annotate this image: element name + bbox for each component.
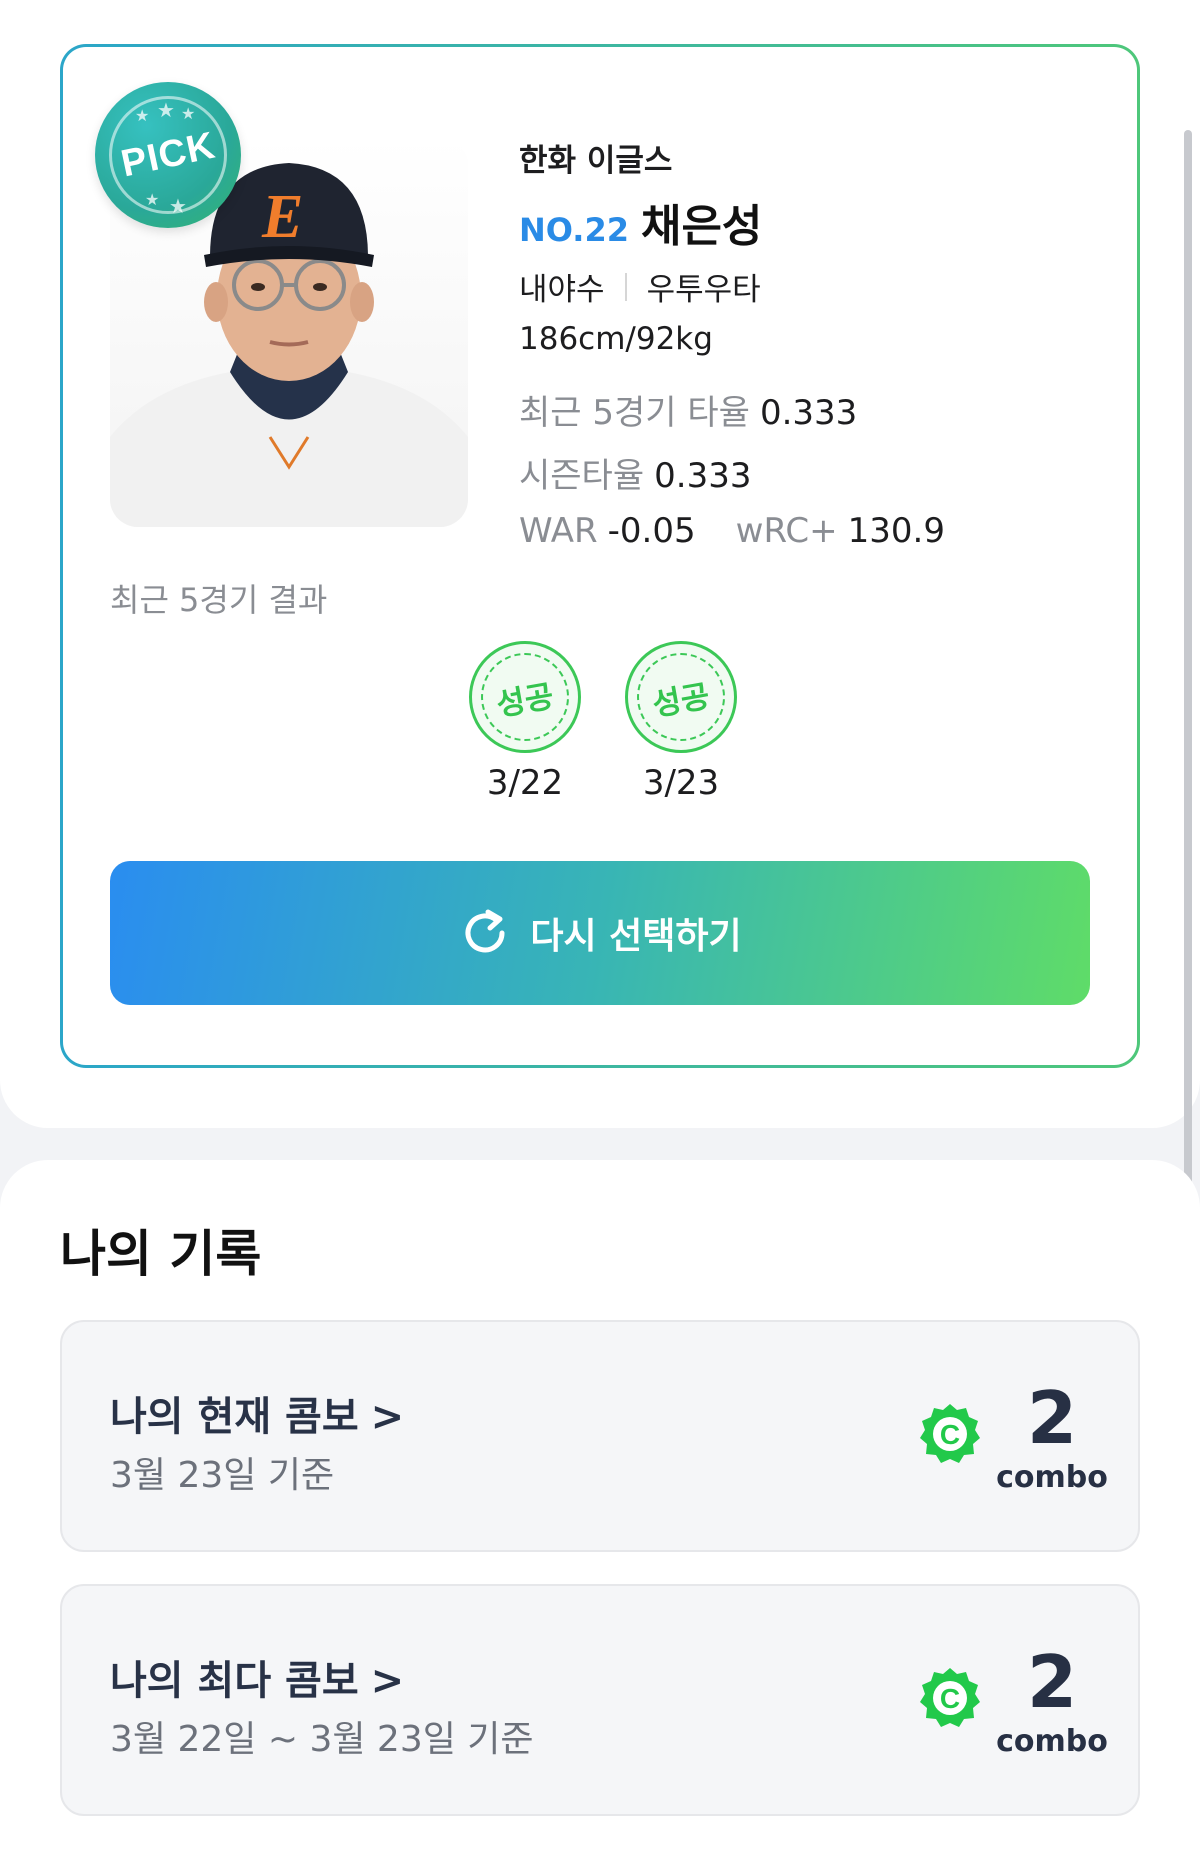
stat-value: 130.9	[847, 511, 945, 551]
stat-value: 0.333	[654, 456, 752, 496]
star-icon: ★	[135, 106, 150, 125]
refresh-icon	[465, 909, 505, 953]
stat-label: wRC+	[735, 511, 838, 551]
max-combo-title-text: 나의 최다 콤보	[110, 1658, 359, 1704]
current-combo-date: 3월 23일 기준	[110, 1455, 335, 1496]
cap-logo: E	[261, 183, 303, 251]
combo-icon: C	[920, 1404, 980, 1463]
my-records-section: 나의 기록 나의 현재 콤보 > 3월 23일 기준 C 2 combo 나의 최…	[0, 1160, 1200, 1860]
player-pick-section: E ★ ★ ★ ★ ★ PICK 한화 이글스 NO.22 채은성 내야수 우투…	[0, 0, 1200, 1128]
recent-results-label: 최근 5경기 결과	[110, 581, 328, 619]
stat-label: 시즌타율	[519, 456, 645, 496]
reselect-button-label: 다시 선택하기	[530, 916, 742, 957]
meta-divider	[624, 272, 627, 301]
team-name: 한화 이글스	[519, 143, 673, 179]
combo-icon-letter: C	[940, 1419, 960, 1450]
result-item: 성공 3/22	[469, 641, 581, 803]
pick-badge: ★ ★ ★ ★ ★ PICK	[95, 82, 241, 228]
player-name-row: NO.22 채은성	[519, 190, 1099, 254]
player-bats-throws: 우투우타	[646, 272, 761, 308]
max-combo-title: 나의 최다 콤보 >	[110, 1648, 404, 1706]
player-position: 내야수	[519, 272, 605, 308]
combo-icon: C	[920, 1668, 980, 1727]
reselect-button[interactable]: 다시 선택하기	[110, 861, 1090, 1005]
current-combo-card[interactable]: 나의 현재 콤보 > 3월 23일 기준 C 2 combo	[60, 1320, 1140, 1552]
player-number: NO.22	[519, 211, 629, 249]
current-combo-title: 나의 현재 콤보 >	[110, 1384, 404, 1442]
stat-advanced: WAR -0.05 wRC+ 130.9	[519, 511, 1099, 551]
chevron-right-icon: >	[370, 1394, 405, 1440]
star-icon: ★	[145, 190, 160, 209]
player-card: E ★ ★ ★ ★ ★ PICK 한화 이글스 NO.22 채은성 내야수 우투…	[60, 44, 1140, 1068]
stamp-label: 성공	[494, 677, 557, 724]
chevron-right-icon: >	[370, 1658, 405, 1704]
player-stats: 최근 5경기 타율 0.333 시즌타율 0.333 WAR -0.05 wRC+ 130…	[519, 385, 1099, 551]
result-item: 성공 3/23	[625, 641, 737, 803]
star-icon: ★	[157, 98, 175, 122]
combo-icon-letter: C	[940, 1683, 960, 1714]
current-combo-value: 2	[1026, 1376, 1078, 1460]
stat-label: WAR	[519, 511, 598, 551]
player-name: 채은성	[640, 201, 763, 252]
stat-recent5: 최근 5경기 타율 0.333	[519, 385, 1099, 434]
success-stamp: 성공	[469, 641, 581, 753]
result-date: 3/22	[486, 763, 564, 803]
max-combo-value: 2	[1026, 1640, 1078, 1724]
player-card-inner: E ★ ★ ★ ★ ★ PICK 한화 이글스 NO.22 채은성 내야수 우투…	[63, 47, 1137, 1065]
current-combo-unit: combo	[996, 1460, 1108, 1495]
max-combo-card[interactable]: 나의 최다 콤보 > 3월 22일 ~ 3월 23일 기준 C 2 combo	[60, 1584, 1140, 1816]
current-combo-title-text: 나의 현재 콤보	[110, 1394, 359, 1440]
records-title: 나의 기록	[60, 1225, 262, 1283]
scrollbar[interactable]	[1184, 130, 1192, 1290]
player-info: 한화 이글스 NO.22 채은성 내야수 우투우타 186cm/92kg 최근 …	[519, 135, 1099, 565]
stat-label: 최근 5경기 타율	[519, 393, 750, 433]
star-icon: ★	[181, 104, 196, 123]
player-meta: 내야수 우투우타	[519, 264, 1099, 309]
star-icon: ★	[169, 194, 187, 218]
stat-season: 시즌타율 0.333	[519, 448, 1099, 497]
recent-results: 성공 3/22 성공 3/23	[469, 641, 737, 803]
max-combo-unit: combo	[996, 1724, 1108, 1759]
max-combo-date: 3월 22일 ~ 3월 23일 기준	[110, 1719, 534, 1760]
success-stamp: 성공	[625, 641, 737, 753]
stat-value: 0.333	[759, 393, 858, 433]
stat-value: -0.05	[607, 511, 696, 551]
player-body: 186cm/92kg	[519, 321, 713, 357]
result-date: 3/23	[642, 763, 720, 803]
stamp-label: 성공	[650, 677, 713, 724]
